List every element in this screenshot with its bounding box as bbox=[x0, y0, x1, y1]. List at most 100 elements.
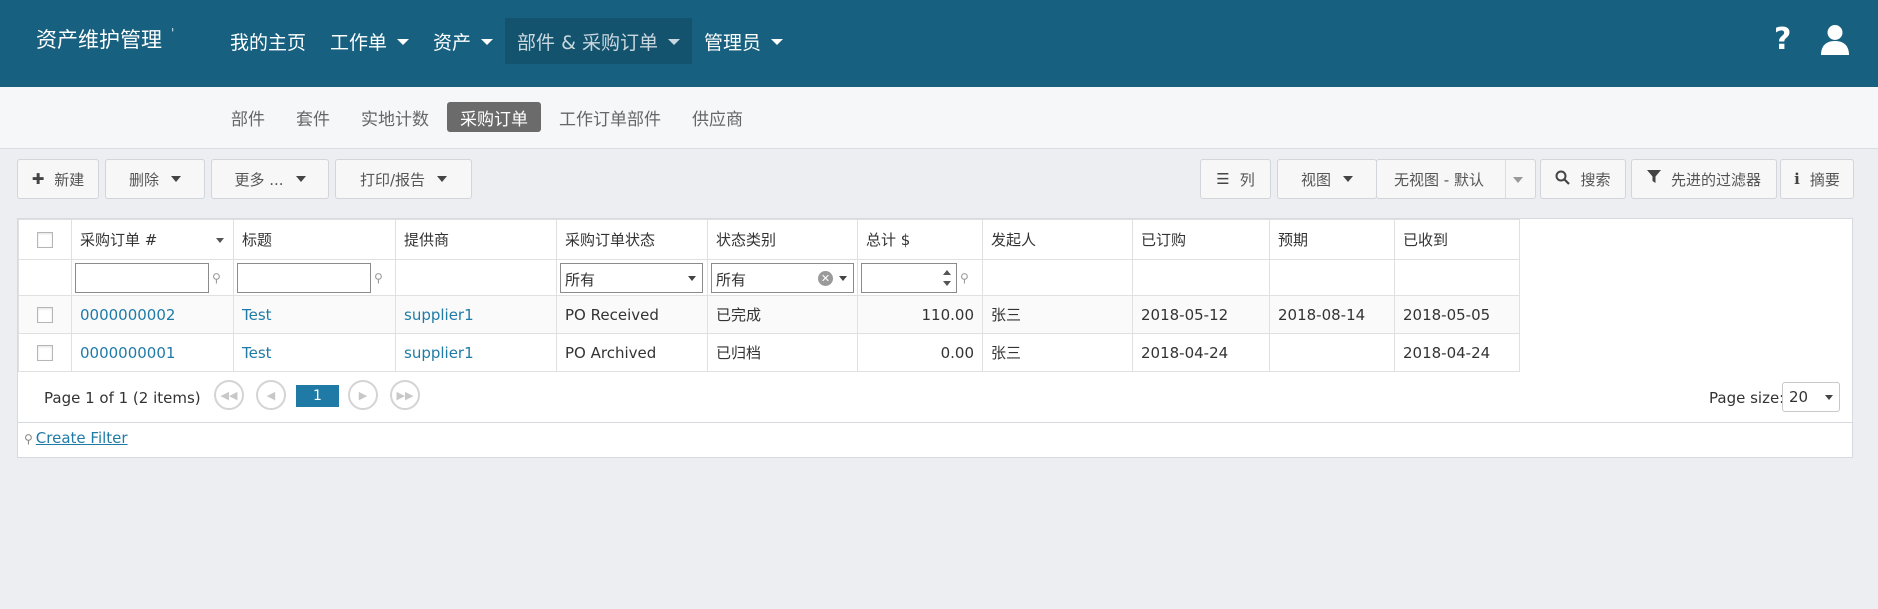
select-all-cell bbox=[18, 219, 72, 260]
row-select-cell bbox=[18, 295, 72, 334]
nav-item-label: 管理员 bbox=[703, 31, 761, 54]
tab-kits[interactable]: 套件 bbox=[283, 102, 343, 132]
more-button[interactable]: 更多 ... bbox=[211, 159, 329, 199]
current-page-button[interactable]: 1 bbox=[296, 385, 339, 407]
filter-pin-icon[interactable]: ⚲ bbox=[960, 271, 969, 285]
summary-button[interactable]: i 摘要 bbox=[1780, 159, 1854, 199]
table-row[interactable]: 0000000001 Test supplier1 PO Archived 已归… bbox=[18, 333, 1520, 372]
last-page-icon[interactable]: ▶▶ bbox=[390, 380, 420, 410]
column-header-po-number[interactable]: 采购订单 # bbox=[71, 219, 234, 260]
caret-down-icon bbox=[171, 176, 181, 182]
filter-cell: 所有 bbox=[556, 259, 708, 296]
status-category-filter-select[interactable]: 所有 ✕ bbox=[711, 262, 854, 293]
column-header-received[interactable]: 已收到 bbox=[1394, 219, 1520, 260]
filter-cell bbox=[18, 259, 72, 296]
new-button[interactable]: ✚ 新建 bbox=[17, 159, 99, 199]
filter-cell bbox=[1269, 259, 1395, 296]
po-status-filter-select[interactable]: 所有 bbox=[560, 262, 703, 293]
purchase-order-table: 采购订单 # 标题 提供商 采购订单状态 状态类别 总计 $ 发起人 已订购 预… bbox=[18, 219, 1520, 372]
nav-item-assets[interactable]: 资产 bbox=[421, 18, 505, 64]
po-number-link[interactable]: 0000000001 bbox=[80, 344, 175, 362]
main-nav: 我的主页 工作单 资产 部件 & 采购订单 管理员 bbox=[218, 18, 795, 64]
advanced-filter-button[interactable]: 先进的过滤器 bbox=[1631, 159, 1777, 199]
view-select-divider bbox=[1505, 160, 1506, 198]
column-header-status-category[interactable]: 状态类别 bbox=[707, 219, 858, 260]
sort-desc-icon bbox=[216, 238, 224, 243]
chevron-down-icon bbox=[770, 39, 783, 45]
app-title[interactable]: 资产维护管理 bbox=[36, 24, 162, 54]
column-header-expected[interactable]: 预期 bbox=[1269, 219, 1395, 260]
chevron-down-icon bbox=[481, 39, 494, 45]
table-row[interactable]: 0000000002 Test supplier1 PO Received 已完… bbox=[18, 295, 1520, 334]
user-icon[interactable] bbox=[1820, 24, 1850, 56]
nav-item-home[interactable]: 我的主页 bbox=[218, 18, 318, 64]
delete-button[interactable]: 删除 bbox=[105, 159, 205, 199]
caret-down-icon bbox=[1343, 176, 1353, 182]
first-page-icon[interactable]: ◀◀ bbox=[214, 380, 244, 410]
search-button[interactable]: 搜索 bbox=[1540, 159, 1626, 199]
title-link[interactable]: Test bbox=[242, 344, 272, 362]
pager-info: Page 1 of 1 (2 items) bbox=[44, 389, 201, 407]
column-header-ordered[interactable]: 已订购 bbox=[1132, 219, 1270, 260]
view-button[interactable]: 视图 bbox=[1277, 159, 1377, 199]
title-link[interactable]: Test bbox=[242, 306, 272, 324]
plus-icon: ✚ bbox=[31, 170, 45, 188]
column-header-originator[interactable]: 发起人 bbox=[982, 219, 1133, 260]
columns-button[interactable]: ☰ 列 bbox=[1200, 159, 1271, 199]
tab-purchase-orders[interactable]: 采购订单 bbox=[447, 102, 541, 132]
nav-item-label: 我的主页 bbox=[230, 31, 307, 54]
app-title-suffix: ' bbox=[171, 26, 175, 40]
panel-divider bbox=[18, 422, 1852, 423]
column-header-total[interactable]: 总计 $ bbox=[857, 219, 983, 260]
title-cell: Test bbox=[233, 333, 396, 372]
next-page-icon[interactable]: ▶ bbox=[348, 380, 378, 410]
info-icon: i bbox=[1794, 170, 1800, 188]
filter-cell: 所有 ✕ bbox=[707, 259, 858, 296]
filter-cell bbox=[395, 259, 557, 296]
tab-field-count[interactable]: 实地计数 bbox=[348, 102, 442, 132]
page-size-label: Page size: bbox=[1709, 389, 1785, 407]
column-header-title[interactable]: 标题 bbox=[233, 219, 396, 260]
column-header-supplier[interactable]: 提供商 bbox=[395, 219, 557, 260]
print-report-button[interactable]: 打印/报告 bbox=[335, 159, 472, 199]
supplier-link[interactable]: supplier1 bbox=[404, 344, 474, 362]
clear-icon[interactable]: ✕ bbox=[818, 270, 833, 286]
nav-item-label: 部件 & 采购订单 bbox=[517, 31, 658, 54]
filter-cell: ⚲ bbox=[233, 259, 396, 296]
row-checkbox[interactable] bbox=[37, 345, 53, 361]
po-number-cell: 0000000002 bbox=[71, 295, 234, 334]
supplier-link[interactable]: supplier1 bbox=[404, 306, 474, 324]
po-number-link[interactable]: 0000000002 bbox=[80, 306, 175, 324]
create-filter: ⚲ Create Filter bbox=[24, 429, 128, 447]
nav-item-parts-po[interactable]: 部件 & 采购订单 bbox=[505, 18, 692, 64]
nav-item-admin[interactable]: 管理员 bbox=[692, 18, 795, 64]
po-number-filter-input[interactable] bbox=[75, 262, 209, 293]
create-filter-link[interactable]: Create Filter bbox=[36, 429, 128, 447]
view-button-label: 视图 bbox=[1300, 170, 1331, 189]
po-number-cell: 0000000001 bbox=[71, 333, 234, 372]
received-cell: 2018-05-05 bbox=[1394, 295, 1520, 334]
list-icon: ☰ bbox=[1216, 170, 1230, 188]
row-checkbox[interactable] bbox=[37, 307, 53, 323]
filter-pin-icon[interactable]: ⚲ bbox=[212, 271, 221, 285]
sub-nav: 部件 套件 实地计数 采购订单 工作订单部件 供应商 bbox=[0, 87, 1878, 149]
filter-pin-icon[interactable]: ⚲ bbox=[374, 271, 383, 285]
view-select[interactable]: 无视图 - 默认 bbox=[1376, 159, 1536, 199]
tab-parts[interactable]: 部件 bbox=[218, 102, 278, 132]
tab-work-order-parts[interactable]: 工作订单部件 bbox=[546, 102, 674, 132]
prev-page-icon[interactable]: ◀ bbox=[256, 380, 286, 410]
caret-down-icon bbox=[839, 275, 847, 281]
help-icon[interactable]: ? bbox=[1774, 22, 1791, 57]
page-size-select[interactable]: 20 bbox=[1782, 382, 1840, 412]
column-header-po-status[interactable]: 采购订单状态 bbox=[556, 219, 708, 260]
caret-down-icon bbox=[1513, 177, 1523, 183]
ordered-cell: 2018-04-24 bbox=[1132, 333, 1270, 372]
total-filter-input[interactable] bbox=[861, 262, 957, 293]
spin-up-icon[interactable] bbox=[943, 269, 951, 275]
nav-item-work-orders[interactable]: 工作单 bbox=[318, 18, 421, 64]
select-all-checkbox[interactable] bbox=[37, 232, 53, 248]
tab-suppliers[interactable]: 供应商 bbox=[679, 102, 756, 132]
spin-down-icon[interactable] bbox=[943, 280, 951, 286]
title-filter-input[interactable] bbox=[237, 262, 371, 293]
search-icon bbox=[1555, 170, 1571, 189]
